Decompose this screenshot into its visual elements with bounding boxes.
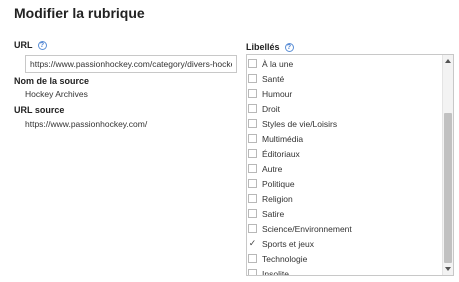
checkbox[interactable]	[248, 134, 257, 143]
labels-label-row: Libellés ?	[246, 42, 294, 52]
checkbox-checked[interactable]: ✓	[248, 239, 257, 248]
help-icon[interactable]: ?	[284, 42, 294, 52]
checkbox-item[interactable]: ✓ Sports et jeux	[247, 236, 441, 251]
checkbox-item[interactable]: À la une	[247, 56, 441, 71]
checkbox-label: Santé	[262, 73, 285, 84]
checkbox-label: Sports et jeux	[262, 238, 314, 249]
checkbox-item[interactable]: Politique	[247, 176, 441, 191]
checkbox-label: Satire	[262, 208, 285, 219]
url-label-row: URL ?	[14, 40, 47, 50]
checkbox-label: Politique	[262, 178, 295, 189]
checkbox[interactable]	[248, 74, 257, 83]
checkbox[interactable]	[248, 104, 257, 113]
scroll-up-button[interactable]	[443, 56, 453, 66]
check-icon: ✓	[248, 238, 257, 248]
checkbox[interactable]	[248, 254, 257, 263]
checkbox-item[interactable]: Religion	[247, 191, 441, 206]
checkbox-label: Humour	[262, 88, 293, 99]
checkbox-item[interactable]: Droit	[247, 101, 441, 116]
checkbox-item[interactable]: Éditoriaux	[247, 146, 441, 161]
checkbox-item[interactable]: Science/Environnement	[247, 221, 441, 236]
scrollbar[interactable]	[442, 55, 453, 275]
source-name-value: Hockey Archives	[25, 89, 88, 99]
checkbox-label: Multimédia	[262, 133, 304, 144]
checkbox-label: Insolite	[262, 268, 289, 276]
checkbox[interactable]	[248, 164, 257, 173]
checkbox-item[interactable]: Satire	[247, 206, 441, 221]
checkbox[interactable]	[248, 89, 257, 98]
checkbox-label: Religion	[262, 193, 293, 204]
source-url-value: https://www.passionhockey.com/	[25, 119, 148, 129]
checkbox-item[interactable]: Insolite	[247, 266, 441, 276]
labels-listbox[interactable]: À la une Santé Humour Droit Styles de vie/Lo…	[246, 54, 454, 276]
url-label: URL	[14, 40, 33, 50]
checkbox-label: Technologie	[262, 253, 308, 264]
checkbox-item[interactable]: Technologie	[247, 251, 441, 266]
checkbox[interactable]	[248, 209, 257, 218]
checkbox[interactable]	[248, 149, 257, 158]
checkbox-label: Autre	[262, 163, 283, 174]
labels-label: Libellés	[246, 42, 280, 52]
checkbox-label: Science/Environnement	[262, 223, 352, 234]
arrow-down-icon	[445, 267, 451, 271]
checkbox[interactable]	[248, 59, 257, 68]
checkbox[interactable]	[248, 224, 257, 233]
url-input[interactable]	[25, 55, 237, 73]
scroll-thumb[interactable]	[444, 113, 452, 263]
checkbox-label: Styles de vie/Loisirs	[262, 118, 338, 129]
labels-list: À la une Santé Humour Droit Styles de vie/Lo…	[247, 56, 441, 276]
checkbox[interactable]	[248, 194, 257, 203]
checkbox-item[interactable]: Autre	[247, 161, 441, 176]
checkbox[interactable]	[248, 179, 257, 188]
checkbox-label: Éditoriaux	[262, 148, 300, 159]
page-title: Modifier la rubrique	[14, 5, 145, 21]
source-url-label: URL source	[14, 105, 65, 115]
checkbox-label: À la une	[262, 58, 294, 69]
checkbox[interactable]	[248, 119, 257, 128]
arrow-up-icon	[445, 59, 451, 63]
checkbox[interactable]	[248, 269, 257, 275]
help-icon[interactable]: ?	[37, 40, 47, 50]
checkbox-item[interactable]: Styles de vie/Loisirs	[247, 116, 441, 131]
checkbox-item[interactable]: Santé	[247, 71, 441, 86]
checkbox-item[interactable]: Multimédia	[247, 131, 441, 146]
source-name-label: Nom de la source	[14, 76, 90, 86]
checkbox-label: Droit	[262, 103, 280, 114]
checkbox-item[interactable]: Humour	[247, 86, 441, 101]
scroll-down-button[interactable]	[443, 264, 453, 274]
